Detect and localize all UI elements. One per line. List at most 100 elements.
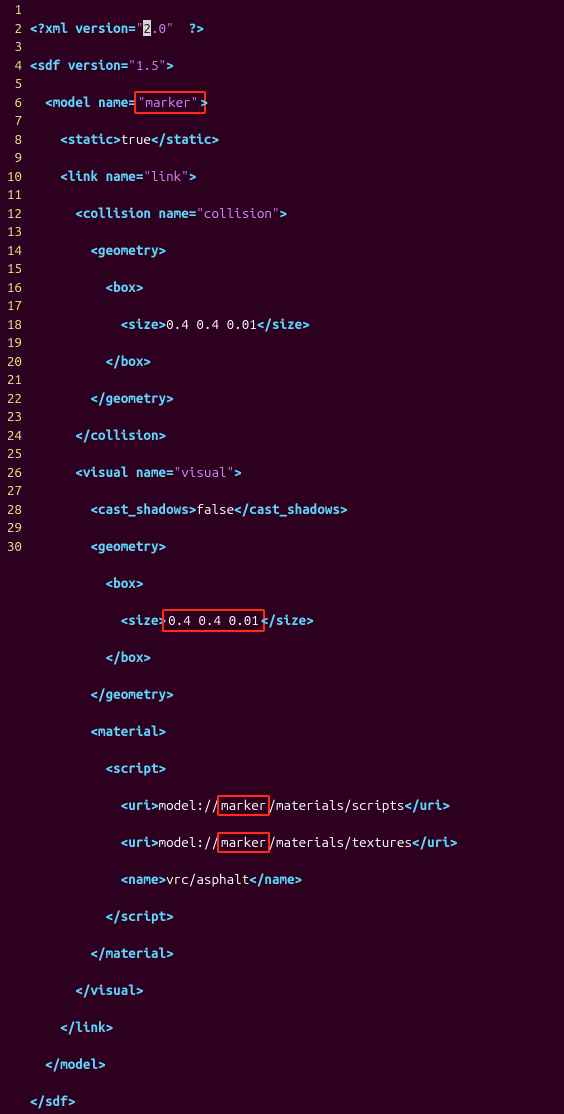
tag-open: < [30,57,38,73]
code-line[interactable]: </material> [30,944,564,963]
text-content: model:// [159,834,219,850]
whitespace [98,168,106,184]
tag-close: > [106,1019,114,1035]
tag-close: > [200,94,208,110]
tag-open: </ [249,871,264,887]
code-line[interactable]: </model> [30,1055,564,1074]
code-line[interactable]: <name>vrc/asphalt</name> [30,870,564,889]
tag-name: static [68,131,113,147]
tag-close: > [212,131,220,147]
code-line[interactable]: <uri>model://marker/materials/scripts</u… [30,796,564,815]
line-number: 23 [0,407,22,426]
code-line[interactable]: <size>0.4 0.4 0.01</size> [30,611,564,630]
line-number: 6 [0,93,22,112]
text-content: model:// [159,797,219,813]
line-number: 5 [0,74,22,93]
code-line[interactable]: <visual name="visual"> [30,463,564,482]
line-number: 20 [0,352,22,371]
code-line[interactable]: <box> [30,574,564,593]
attr-name: name [136,464,166,480]
tag-name: size [128,612,158,628]
tag-open: </ [30,1093,45,1109]
code-area[interactable]: <?xml version="2.0" ?> <sdf version="1.5… [28,0,564,557]
code-line[interactable]: <static>true</static> [30,130,564,149]
highlight-box: 0.4 0.4 0.01 [162,609,265,633]
code-line[interactable]: <sdf version="1.5"> [30,56,564,75]
whitespace [128,464,136,480]
line-number: 16 [0,278,22,297]
attr-name: name [106,168,136,184]
tag-open: < [121,871,129,887]
code-line[interactable]: <link name="link"> [30,167,564,186]
tag-name: sdf [45,1093,68,1109]
whitespace [60,57,68,73]
code-line[interactable]: </collision> [30,426,564,445]
code-line[interactable]: </visual> [30,981,564,1000]
tag-name: name [264,871,294,887]
tag-close: > [159,316,167,332]
tag-close: > [136,279,144,295]
code-line[interactable]: </box> [30,352,564,371]
tag-close: > [159,427,167,443]
tag-close: > [151,797,159,813]
code-line[interactable]: <material> [30,722,564,741]
tag-name: geometry [106,686,166,702]
code-editor[interactable]: 1 2 3 4 5 6 7 8 9 10 11 12 13 14 15 16 1… [0,0,564,557]
tag-open: < [90,723,98,739]
code-line[interactable]: <collision name="collision"> [30,204,564,223]
tag-close: > [151,834,159,850]
tag-open: < [90,538,98,554]
tag-open: < [121,797,129,813]
tag-close: > [143,353,151,369]
indent [30,575,106,591]
code-line[interactable]: <geometry> [30,537,564,556]
line-number: 3 [0,37,22,56]
tag-name: link [75,1019,105,1035]
whitespace [91,94,99,110]
code-line[interactable]: <script> [30,759,564,778]
code-line[interactable]: </sdf> [30,1092,564,1111]
code-line[interactable]: <model name="marker"> [30,93,564,112]
indent [30,353,106,369]
text-content: 0.4 0.4 0.01 [166,316,257,332]
tag-close: > [159,538,167,554]
code-line[interactable]: </script> [30,907,564,926]
code-line[interactable]: <size>0.4 0.4 0.01</size> [30,315,564,334]
code-line[interactable]: </link> [30,1018,564,1037]
line-number: 17 [0,296,22,315]
text-content: false [196,501,234,517]
line-number-gutter: 1 2 3 4 5 6 7 8 9 10 11 12 13 14 15 16 1… [0,0,28,557]
tag-open: < [45,94,53,110]
tag-close: > [159,760,167,776]
highlight-box: "marker" [134,91,206,115]
tag-close: > [450,834,458,850]
tag-open: < [90,501,98,517]
code-line[interactable]: </geometry> [30,389,564,408]
tag-name: box [121,649,144,665]
tag-name: cast_shadows [98,501,189,517]
tag-open: < [121,612,129,628]
code-line[interactable]: <uri>model://marker/materials/textures</… [30,833,564,852]
indent [30,649,106,665]
code-line[interactable]: <?xml version="2.0" ?> [30,19,564,38]
line-number: 1 [0,0,22,19]
code-line[interactable]: <box> [30,278,564,297]
code-line[interactable]: </box> [30,648,564,667]
tag-open: </ [75,982,90,998]
tag-name: uri [420,797,443,813]
line-number: 28 [0,500,22,519]
tag-close: > [136,982,144,998]
tag-name: script [121,908,166,924]
code-line[interactable]: <geometry> [30,241,564,260]
line-number: 14 [0,241,22,260]
code-line[interactable]: </geometry> [30,685,564,704]
code-line[interactable]: <cast_shadows>false</cast_shadows> [30,500,564,519]
xml-attr: xml version [45,20,128,36]
tag-open: </ [90,390,105,406]
indent [30,168,60,184]
tag-open: < [121,834,129,850]
attr-value: "collision" [196,205,279,221]
line-number: 26 [0,463,22,482]
text-content: 0.4 0.4 0.01 [168,612,259,628]
tag-close: > [234,464,242,480]
